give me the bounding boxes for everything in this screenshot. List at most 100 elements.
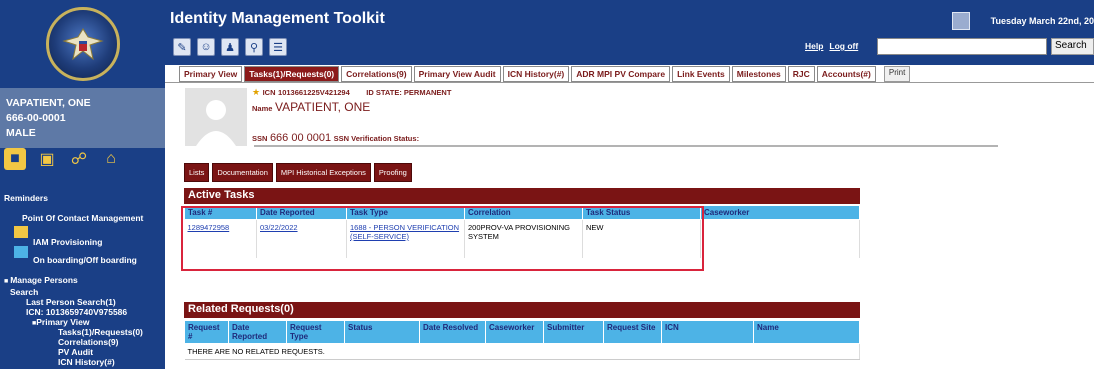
col-status[interactable]: Status xyxy=(344,320,420,344)
folder-icon[interactable]: ■ xyxy=(4,148,26,170)
sidebar-item-onboarding[interactable]: On boarding/Off boarding xyxy=(33,254,137,266)
tabs: Primary View Tasks(1)/Requests(0) Correl… xyxy=(179,66,911,82)
related-requests-header: Related Requests(0) xyxy=(184,302,860,318)
ssn-line: SSN 666 00 0001 SSN Verification Status: xyxy=(252,132,419,144)
top-header: Identity Management Toolkit ✎ ☺ ♟ ⚲ ☰ Tu… xyxy=(165,0,1094,65)
onboarding-icon xyxy=(14,246,28,258)
name-line: Name VAPATIENT, ONE xyxy=(252,100,370,114)
col-icn[interactable]: ICN xyxy=(661,320,754,344)
app-title: Identity Management Toolkit xyxy=(170,10,385,27)
col-caseworker[interactable]: Caseworker xyxy=(485,320,544,344)
sidebar-item-icn-history[interactable]: ICN History(#) xyxy=(58,356,115,368)
tab-bar: Primary View Tasks(1)/Requests(0) Correl… xyxy=(165,65,1094,83)
col-task-type[interactable]: Task Type xyxy=(346,205,465,220)
form-icon[interactable]: ☰ xyxy=(269,38,287,56)
va-seal-logo xyxy=(45,7,120,81)
subtab-proofing[interactable]: Proofing xyxy=(373,163,412,182)
active-tasks-header: Active Tasks xyxy=(184,188,860,204)
search-input[interactable] xyxy=(877,38,1047,55)
icn-line: ★ ICN 1013661225V421294 ID STATE: PERMAN… xyxy=(252,87,451,98)
id-state: ID STATE: PERMANENT xyxy=(366,88,452,97)
network-icon[interactable]: ▣ xyxy=(36,148,58,170)
patient-sex: MALE xyxy=(6,127,36,139)
patient-summary: VAPATIENT, ONE 666-00-0001 MALE xyxy=(0,88,165,148)
left-sidebar: VAPATIENT, ONE 666-00-0001 MALE ■ ▣ ☍ ⌂ … xyxy=(0,0,165,369)
search-button[interactable]: Search xyxy=(1051,38,1094,55)
name-value: VAPATIENT, ONE xyxy=(274,100,371,114)
subtab-lists[interactable]: Lists xyxy=(184,163,210,182)
col-request-number[interactable]: Request # xyxy=(184,320,229,344)
task-type-link[interactable]: 1688 - PERSON VERIFICATION (SELF-SERVICE… xyxy=(346,219,465,258)
table-header-row: Task # Date Reported Task Type Correlati… xyxy=(184,205,860,220)
logoff-link[interactable]: Log off xyxy=(829,41,858,51)
col-request-type[interactable]: Request Type xyxy=(286,320,345,344)
ssn-label: SSN xyxy=(252,134,268,143)
link-icon[interactable]: ☍ xyxy=(68,148,90,170)
person-placeholder-icon xyxy=(196,100,236,146)
table-row: THERE ARE NO RELATED REQUESTS. xyxy=(184,343,860,360)
name-label: Name xyxy=(252,104,273,113)
col-date-resolved[interactable]: Date Resolved xyxy=(419,320,486,344)
star-icon: ★ xyxy=(252,87,261,97)
sidebar-item-iam[interactable]: IAM Provisioning xyxy=(33,236,102,248)
icn-label: ICN xyxy=(262,88,276,97)
tab-adr-mpi-pv-compare[interactable]: ADR MPI PV Compare xyxy=(571,66,671,82)
caseworker-cell xyxy=(700,219,860,258)
table-header-row: Request # Date Reported Request Type Sta… xyxy=(184,320,860,344)
help-link[interactable]: Help xyxy=(805,41,823,51)
tab-tasks-requests[interactable]: Tasks(1)/Requests(0) xyxy=(244,66,340,82)
toolbar: ✎ ☺ ♟ ⚲ ☰ xyxy=(173,38,287,56)
tab-accounts[interactable]: Accounts(#) xyxy=(816,66,876,82)
contact-icon[interactable]: ☺ xyxy=(197,38,215,56)
manage-persons-label: Manage Persons xyxy=(10,275,78,285)
active-tasks-table: Task # Date Reported Task Type Correlati… xyxy=(184,205,860,258)
patient-avatar xyxy=(185,88,247,146)
tab-link-events[interactable]: Link Events xyxy=(672,66,730,82)
sidebar-item-reminders[interactable]: Reminders xyxy=(4,192,48,204)
subtab-mpi-historical-exceptions[interactable]: MPI Historical Exceptions xyxy=(275,163,371,182)
col-caseworker[interactable]: Caseworker xyxy=(700,205,860,220)
logo-area xyxy=(0,0,165,88)
ssn-verification-status: SSN Verification Status: xyxy=(333,134,420,143)
col-task-status[interactable]: Task Status xyxy=(582,205,701,220)
tab-icn-history[interactable]: ICN History(#) xyxy=(502,66,570,82)
search-icon[interactable]: ⚲ xyxy=(245,38,263,56)
iam-icon xyxy=(14,226,28,238)
col-correlation[interactable]: Correlation xyxy=(464,205,583,220)
task-status-cell: NEW xyxy=(582,219,701,258)
grid-icon[interactable] xyxy=(952,12,970,30)
patient-name: VAPATIENT, ONE xyxy=(6,97,91,109)
tab-milestones[interactable]: Milestones xyxy=(731,66,786,82)
col-submitter[interactable]: Submitter xyxy=(543,320,604,344)
current-date: Tuesday March 22nd, 20 xyxy=(990,16,1094,26)
empty-message: THERE ARE NO RELATED REQUESTS. xyxy=(184,343,860,360)
col-date-reported[interactable]: Date Reported xyxy=(228,320,287,344)
notepad-icon[interactable]: ✎ xyxy=(173,38,191,56)
person-search-icon[interactable]: ♟ xyxy=(221,38,239,56)
correlation-cell: 200PROV-VA PROVISIONING SYSTEM xyxy=(464,219,583,258)
tab-correlations[interactable]: Correlations(9) xyxy=(341,66,412,82)
col-name[interactable]: Name xyxy=(753,320,860,344)
col-request-site[interactable]: Request Site xyxy=(603,320,662,344)
subtab-documentation[interactable]: Documentation xyxy=(212,163,273,182)
ssn-value: 666 00 0001 xyxy=(269,132,332,144)
related-requests-table: Request # Date Reported Request Type Sta… xyxy=(184,320,860,360)
table-row[interactable]: 1289472958 03/22/2022 1688 - PERSON VERI… xyxy=(184,219,860,258)
task-number-link[interactable]: 1289472958 xyxy=(184,219,257,258)
home-icon[interactable]: ⌂ xyxy=(100,148,122,170)
tab-primary-view[interactable]: Primary View xyxy=(179,66,243,82)
tab-primary-view-audit[interactable]: Primary View Audit xyxy=(413,66,501,82)
sidebar-item-poc[interactable]: Point Of Contact Management xyxy=(22,212,143,224)
help-links: Help Log off xyxy=(805,41,864,51)
tab-rjc[interactable]: RJC xyxy=(787,66,815,82)
print-button[interactable]: Print xyxy=(883,66,911,82)
col-task[interactable]: Task # xyxy=(184,205,257,220)
col-date-reported[interactable]: Date Reported xyxy=(256,205,347,220)
patient-ssn: 666-00-0001 xyxy=(6,112,66,124)
subtabs: Lists Documentation MPI Historical Excep… xyxy=(184,163,412,182)
eagle-icon xyxy=(61,28,104,61)
icn-value: 1013661225V421294 xyxy=(278,88,350,97)
sidebar-icons: ■ ▣ ☍ ⌂ xyxy=(4,148,122,170)
date-reported-link[interactable]: 03/22/2022 xyxy=(256,219,347,258)
divider xyxy=(254,145,998,147)
